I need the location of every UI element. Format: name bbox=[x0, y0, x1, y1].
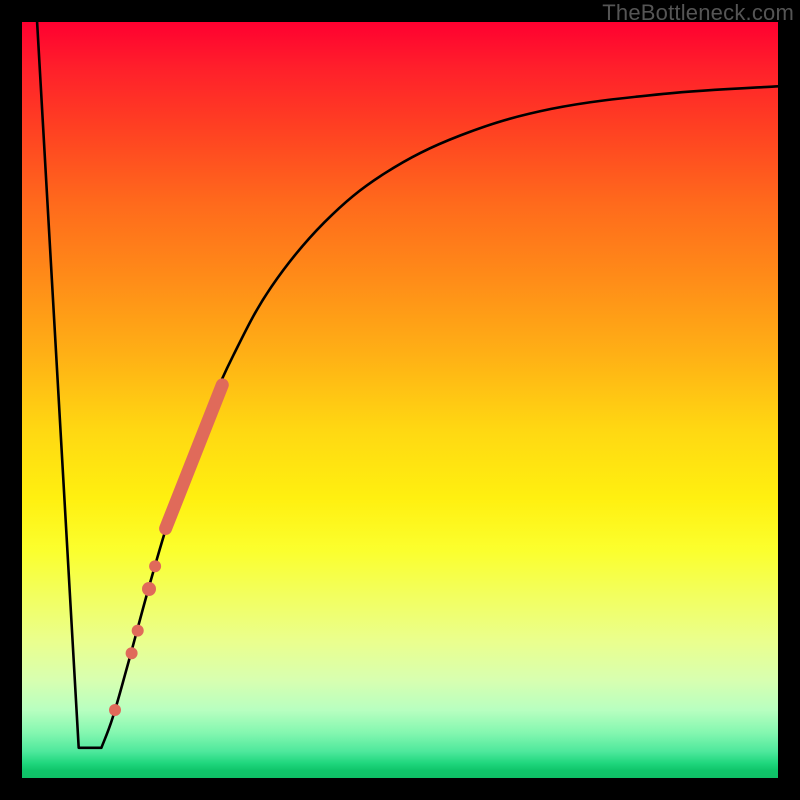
chart-svg bbox=[22, 22, 778, 778]
marker-dot bbox=[109, 704, 121, 716]
plot-area bbox=[22, 22, 778, 778]
curve-main bbox=[37, 22, 778, 748]
curve-salmon-segment bbox=[166, 385, 223, 529]
marker-dot bbox=[126, 647, 138, 659]
marker-dot bbox=[149, 560, 161, 572]
watermark-text: TheBottleneck.com bbox=[602, 0, 794, 26]
chart-frame: TheBottleneck.com bbox=[0, 0, 800, 800]
marker-dot bbox=[142, 582, 156, 596]
marker-dot bbox=[132, 625, 144, 637]
